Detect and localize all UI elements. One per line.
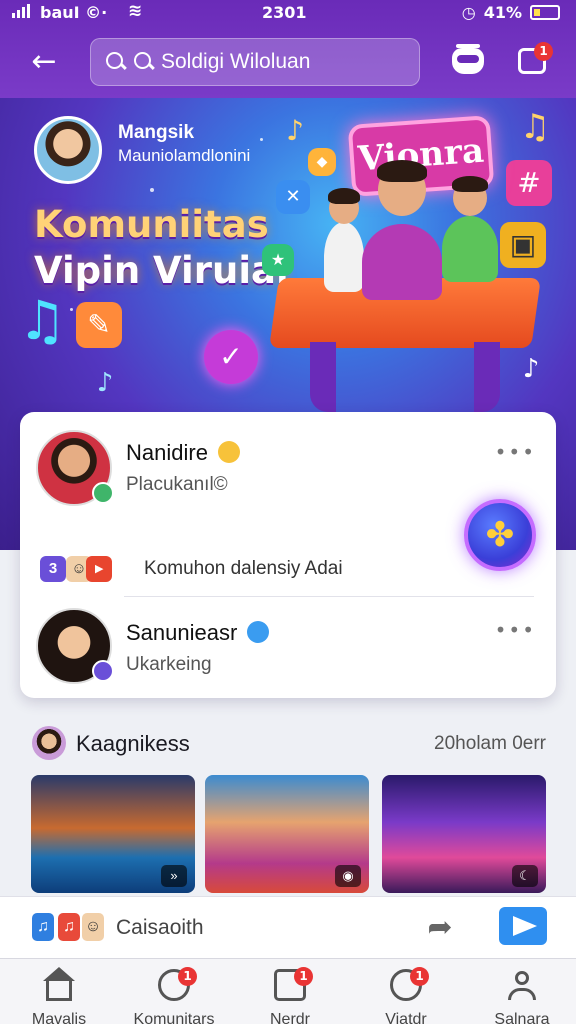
music-note-top-icon: ♪: [286, 114, 304, 147]
hero-title-line2: Vipin Viruial: [34, 249, 289, 292]
bag-tile-icon: ▣: [500, 222, 546, 268]
section-title: Kaagnikess: [76, 731, 190, 756]
kid-figure-center: [362, 160, 442, 300]
nav-badge-community: 1: [178, 967, 197, 986]
nav-badge-viatdr: 1: [410, 967, 429, 986]
post-author-name-second: Sanunieasr: [126, 620, 270, 646]
hero-user-subtitle: Mauniolamdlonini: [118, 146, 251, 165]
divider: [124, 596, 534, 597]
thumbnail-castle[interactable]: »: [31, 775, 195, 893]
nav-label-home: Mavalis: [31, 1011, 87, 1024]
wifi-icon: ≋: [128, 1, 143, 21]
community-row[interactable]: 3 ☺ ▸ Komuhon dalensiy Adai: [40, 552, 540, 588]
hash-tile-icon: #: [506, 160, 552, 206]
composer-bar: ♫ ♫ ☺ ➦: [0, 896, 576, 958]
nav-label-profile: Salnara: [494, 1011, 550, 1024]
music-note-small-icon: ♪: [96, 368, 114, 398]
composer-input[interactable]: [116, 911, 416, 945]
hero-user-avatar[interactable]: [34, 116, 102, 184]
bot-icon[interactable]: [448, 40, 488, 80]
user-icon: [506, 969, 538, 1001]
nav-label-community: Komunitars: [133, 1011, 215, 1024]
search-icon: [105, 51, 127, 73]
nav-item-viatdr[interactable]: 1 Viatdr: [356, 959, 456, 1024]
community-text: Komuhon dalensiy Adai: [144, 558, 343, 579]
nav-item-home[interactable]: Mavalis: [9, 959, 109, 1024]
notifications-button[interactable]: 1: [514, 40, 554, 80]
kid-figure-right: [442, 176, 498, 282]
alarm-icon: ◷: [461, 3, 476, 22]
game-tile-icon: ✕: [276, 180, 310, 214]
emoji-icon: [218, 441, 241, 463]
nav-item-profile[interactable]: Salnara: [472, 959, 572, 1024]
play-orb-icon: ✓: [204, 330, 258, 384]
battery-percent: 41%: [483, 3, 522, 22]
search-bar[interactable]: [90, 38, 420, 86]
send-button[interactable]: [499, 907, 547, 945]
thumbnail-arcade[interactable]: ☾: [382, 775, 546, 893]
music-app-icon[interactable]: ♫: [32, 913, 54, 941]
bottom-nav: Mavalis 1 Komunitars 1 Nerdr 1 Viatdr Sa…: [0, 958, 576, 1024]
back-arrow-icon[interactable]: ←: [26, 44, 62, 80]
section-avatar[interactable]: [32, 726, 66, 760]
signal-icon: [12, 4, 30, 18]
hero-title-line1: Komuniitas: [34, 203, 269, 246]
search-input[interactable]: [161, 50, 401, 74]
post-avatar[interactable]: [36, 430, 114, 506]
share-icon[interactable]: ➦: [422, 910, 458, 946]
hero-user-name: Mangsik: [118, 122, 195, 143]
post-avatar-second[interactable]: [36, 608, 114, 684]
search-icon-secondary: [133, 51, 155, 73]
post-author-subtitle: Placukanıl©: [126, 474, 228, 495]
number-chip: 3: [40, 556, 66, 582]
app-header: bauI ©· ≋ 2301 ◷ 41% ← 1: [0, 0, 576, 98]
play-icon: »: [161, 865, 187, 887]
orange-tile-icon: ◆: [308, 148, 336, 176]
section-meta: 20holam 0err: [434, 733, 546, 754]
battery-icon: [530, 5, 560, 20]
hero-title: Komuniitas Vipin Viruial: [34, 202, 289, 294]
nav-label-nerdr: Nerdr: [269, 1011, 310, 1024]
moon-icon: ☾: [512, 865, 538, 887]
clover-action-button[interactable]: ✤: [464, 499, 536, 571]
camera-icon: ◉: [335, 865, 361, 887]
clock: 2301: [262, 3, 307, 22]
post-author-subtitle-second: Ukarkeing: [126, 654, 212, 675]
face-app-icon[interactable]: ☺: [82, 913, 104, 941]
nav-label-viatdr: Viatdr: [385, 1011, 427, 1024]
music-note-bottom-icon: ♪: [522, 354, 540, 384]
red-chip-icon: ▸: [86, 556, 112, 582]
nav-item-nerdr[interactable]: 1 Nerdr: [240, 959, 340, 1024]
music-note-icon: ♫: [18, 289, 67, 352]
notification-badge: 1: [534, 42, 553, 61]
green-tile-icon: ★: [262, 244, 294, 276]
carrier-label: bauI ©·: [40, 3, 108, 22]
more-options-icon-second[interactable]: •••: [495, 618, 536, 642]
post-author-name: Nanidire: [126, 440, 241, 466]
verified-badge-icon: [247, 621, 270, 643]
music-note-right-icon: ♫: [519, 107, 551, 147]
chat-tile-icon: ✎: [76, 302, 122, 348]
status-bar: bauI ©· ≋ 2301 ◷ 41%: [0, 0, 576, 26]
kid-figure-left: [324, 188, 364, 292]
thumbnail-friends[interactable]: ◉: [205, 775, 369, 893]
nav-item-community[interactable]: 1 Komunitars: [124, 959, 224, 1024]
music-red-icon[interactable]: ♫: [58, 913, 80, 941]
nav-badge-nerdr: 1: [294, 967, 313, 986]
more-options-icon[interactable]: •••: [495, 440, 536, 464]
